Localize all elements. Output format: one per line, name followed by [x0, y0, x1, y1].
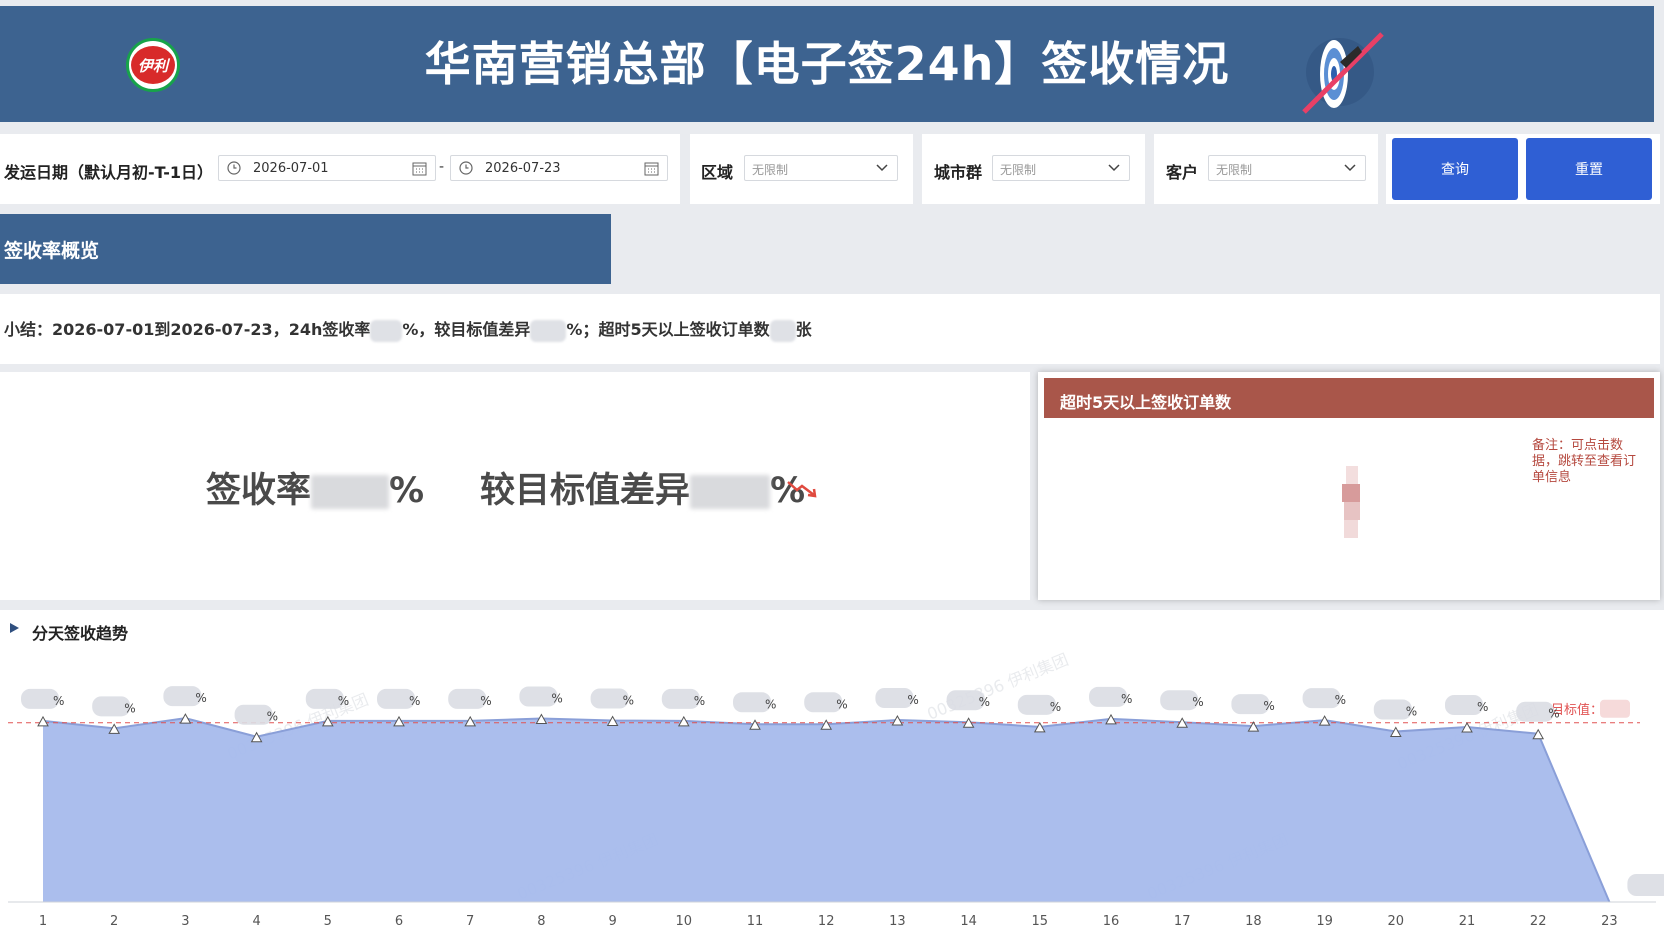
x-tick-label: 23: [1601, 914, 1618, 929]
x-tick-label: 21: [1459, 914, 1476, 929]
ship-date-label: 发运日期（默认月初-T-1日）: [4, 163, 213, 182]
series-area: [43, 718, 1610, 902]
data-label-unit: %: [1335, 693, 1346, 707]
x-tick-label: 9: [608, 914, 616, 929]
data-label-unit: %: [124, 701, 135, 715]
data-label-unit: %: [409, 694, 420, 708]
target-icon: [1302, 32, 1384, 114]
x-tick-label: 13: [889, 914, 906, 929]
x-tick-label: 1: [39, 914, 47, 929]
clock-icon: [227, 161, 241, 175]
overtime-count-value[interactable]: [1342, 466, 1360, 538]
data-label-unit: %: [1406, 705, 1417, 719]
customer-label: 客户: [1166, 163, 1199, 182]
overview-section-title: 签收率概览: [0, 214, 611, 284]
x-tick-label: 4: [252, 914, 260, 929]
x-tick-label: 14: [960, 914, 977, 929]
data-label-unit: %: [551, 692, 562, 706]
summary-part-3: %；超时5天以上签收订单数: [566, 320, 770, 339]
region-select[interactable]: 无限制: [744, 155, 898, 181]
masked-value: [769, 319, 796, 342]
clock-icon: [459, 161, 473, 175]
calendar-icon[interactable]: [644, 161, 659, 176]
data-label-unit: %: [1263, 699, 1274, 713]
customer-value: 无限制: [1216, 163, 1253, 177]
data-label-unit: %: [1548, 707, 1559, 721]
data-label-unit: %: [836, 697, 847, 711]
x-tick-label: 5: [324, 914, 332, 929]
data-label-unit: %: [53, 694, 64, 708]
data-label-unit: %: [694, 694, 705, 708]
x-tick-label: 17: [1174, 914, 1191, 929]
kpi-target-diff[interactable]: 较目标值差异%: [480, 462, 805, 513]
date-separator: -: [439, 159, 445, 175]
kpi-rate-label: 签收率: [206, 471, 312, 511]
chevron-down-icon: [1344, 164, 1356, 172]
start-date-input[interactable]: 2026-07-01: [218, 155, 436, 181]
kpi-sign-rate[interactable]: 签收率%: [206, 462, 424, 513]
reset-button[interactable]: 重置: [1526, 138, 1652, 200]
summary-part-1: 小结：2026-07-01到2026-07-23，24h签收率: [4, 320, 371, 339]
trend-title: 分天签收趋势: [32, 624, 129, 643]
x-tick-label: 19: [1316, 914, 1333, 929]
x-tick-label: 12: [818, 914, 835, 929]
data-label-unit: %: [1121, 692, 1132, 706]
kpi-diff-label: 较目标值差异: [480, 471, 691, 511]
masked-value: [530, 319, 567, 342]
x-tick-label: 3: [181, 914, 189, 929]
data-label-unit: %: [979, 695, 990, 709]
trend-down-icon: [787, 481, 817, 498]
chevron-down-icon: [876, 164, 888, 172]
x-tick-label: 10: [676, 914, 693, 929]
city-select[interactable]: 无限制: [992, 155, 1130, 181]
collapse-toggle-icon[interactable]: [8, 622, 20, 634]
x-tick-label: 22: [1530, 914, 1547, 929]
query-button[interactable]: 查询: [1392, 138, 1518, 200]
start-date-value: 2026-07-01: [253, 161, 329, 176]
x-tick-label: 18: [1245, 914, 1262, 929]
x-tick-label: 2: [110, 914, 118, 929]
data-label-unit: %: [765, 697, 776, 711]
x-tick-label: 16: [1103, 914, 1120, 929]
data-label-unit: %: [1050, 700, 1061, 714]
summary-text: 小结：2026-07-01到2026-07-23，24h签收率 %，较目标值差异%…: [4, 316, 812, 342]
page-title: 华南营销总部【电子签24h】签收情况: [424, 37, 1230, 91]
masked-data-label: [1627, 874, 1664, 896]
x-tick-label: 7: [466, 914, 474, 929]
masked-target-value: [1600, 699, 1630, 718]
calendar-icon[interactable]: [412, 161, 427, 176]
region-value: 无限制: [752, 163, 789, 177]
data-label-unit: %: [1477, 700, 1488, 714]
overtime-orders-title: 超时5天以上签收订单数: [1044, 378, 1654, 418]
x-tick-label: 20: [1388, 914, 1405, 929]
data-label-unit: %: [480, 694, 491, 708]
city-label: 城市群: [934, 163, 983, 182]
region-label: 区域: [701, 163, 734, 182]
x-tick-label: 11: [747, 914, 764, 929]
end-date-input[interactable]: 2026-07-23: [450, 155, 668, 181]
data-label-unit: %: [195, 691, 206, 705]
kpi-rate-unit: %: [389, 471, 425, 511]
data-label-unit: %: [338, 694, 349, 708]
chevron-down-icon: [1108, 164, 1120, 172]
x-tick-label: 8: [537, 914, 545, 929]
masked-value: [370, 319, 403, 342]
overtime-note: 备注：可点击数据，跳转至查看订单信息: [1532, 438, 1637, 485]
summary-part-4: 张: [795, 320, 812, 339]
city-value: 无限制: [1000, 163, 1037, 177]
masked-value: [311, 475, 390, 509]
data-label-unit: %: [1192, 695, 1203, 709]
data-label-unit: %: [267, 710, 278, 724]
end-date-value: 2026-07-23: [485, 161, 561, 176]
data-label-unit: %: [623, 694, 634, 708]
trend-chart: 00325396 伊利集团00325396 伊利集团00325396 伊利集团0…: [8, 650, 1664, 929]
data-label-unit: %: [907, 693, 918, 707]
x-tick-label: 6: [395, 914, 403, 929]
customer-select[interactable]: 无限制: [1208, 155, 1366, 181]
masked-value: [690, 475, 771, 509]
x-tick-label: 15: [1032, 914, 1049, 929]
summary-part-2: %，较目标值差异: [402, 320, 531, 339]
